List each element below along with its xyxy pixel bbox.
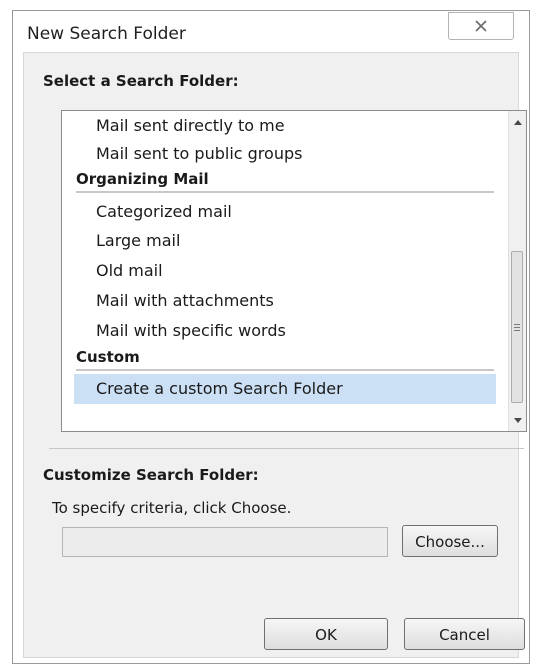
- title-bar: New Search Folder: [13, 11, 529, 53]
- section-divider: [49, 448, 524, 449]
- ok-button[interactable]: OK: [264, 618, 388, 650]
- list-item[interactable]: Old mail: [74, 256, 496, 286]
- select-search-folder-label: Select a Search Folder:: [43, 72, 239, 90]
- list-item[interactable]: Mail sent to public groups: [74, 139, 496, 169]
- list-item[interactable]: Large mail: [74, 226, 496, 256]
- scroll-down-arrow-icon: [513, 417, 522, 423]
- list-item[interactable]: Categorized mail: [74, 197, 496, 227]
- close-x-icon: [475, 20, 487, 32]
- group-header-organizing-mail: Organizing Mail: [76, 167, 494, 193]
- scroll-down-button[interactable]: [509, 411, 526, 429]
- grip-icon: [514, 323, 520, 331]
- scroll-up-arrow-icon: [513, 119, 522, 125]
- list-item[interactable]: Mail sent directly to me: [74, 111, 496, 141]
- choose-button[interactable]: Choose...: [402, 525, 498, 557]
- dialog-title: New Search Folder: [27, 24, 186, 44]
- list-item[interactable]: Mail with attachments: [74, 286, 496, 316]
- list-content: Mail sent directly to me Mail sent to pu…: [62, 111, 508, 431]
- search-folder-list[interactable]: Mail sent directly to me Mail sent to pu…: [61, 110, 527, 432]
- customize-search-folder-label: Customize Search Folder:: [43, 466, 259, 484]
- list-item[interactable]: Mail with specific words: [74, 316, 496, 346]
- criteria-hint: To specify criteria, click Choose.: [52, 499, 292, 517]
- cancel-button[interactable]: Cancel: [404, 618, 525, 650]
- list-item-selected[interactable]: Create a custom Search Folder: [74, 374, 496, 404]
- group-header-custom: Custom: [76, 345, 494, 371]
- list-scrollbar[interactable]: [508, 111, 526, 431]
- criteria-field: [62, 527, 388, 557]
- close-button[interactable]: [448, 12, 514, 40]
- scroll-thumb[interactable]: [511, 251, 523, 403]
- scroll-up-button[interactable]: [509, 113, 526, 131]
